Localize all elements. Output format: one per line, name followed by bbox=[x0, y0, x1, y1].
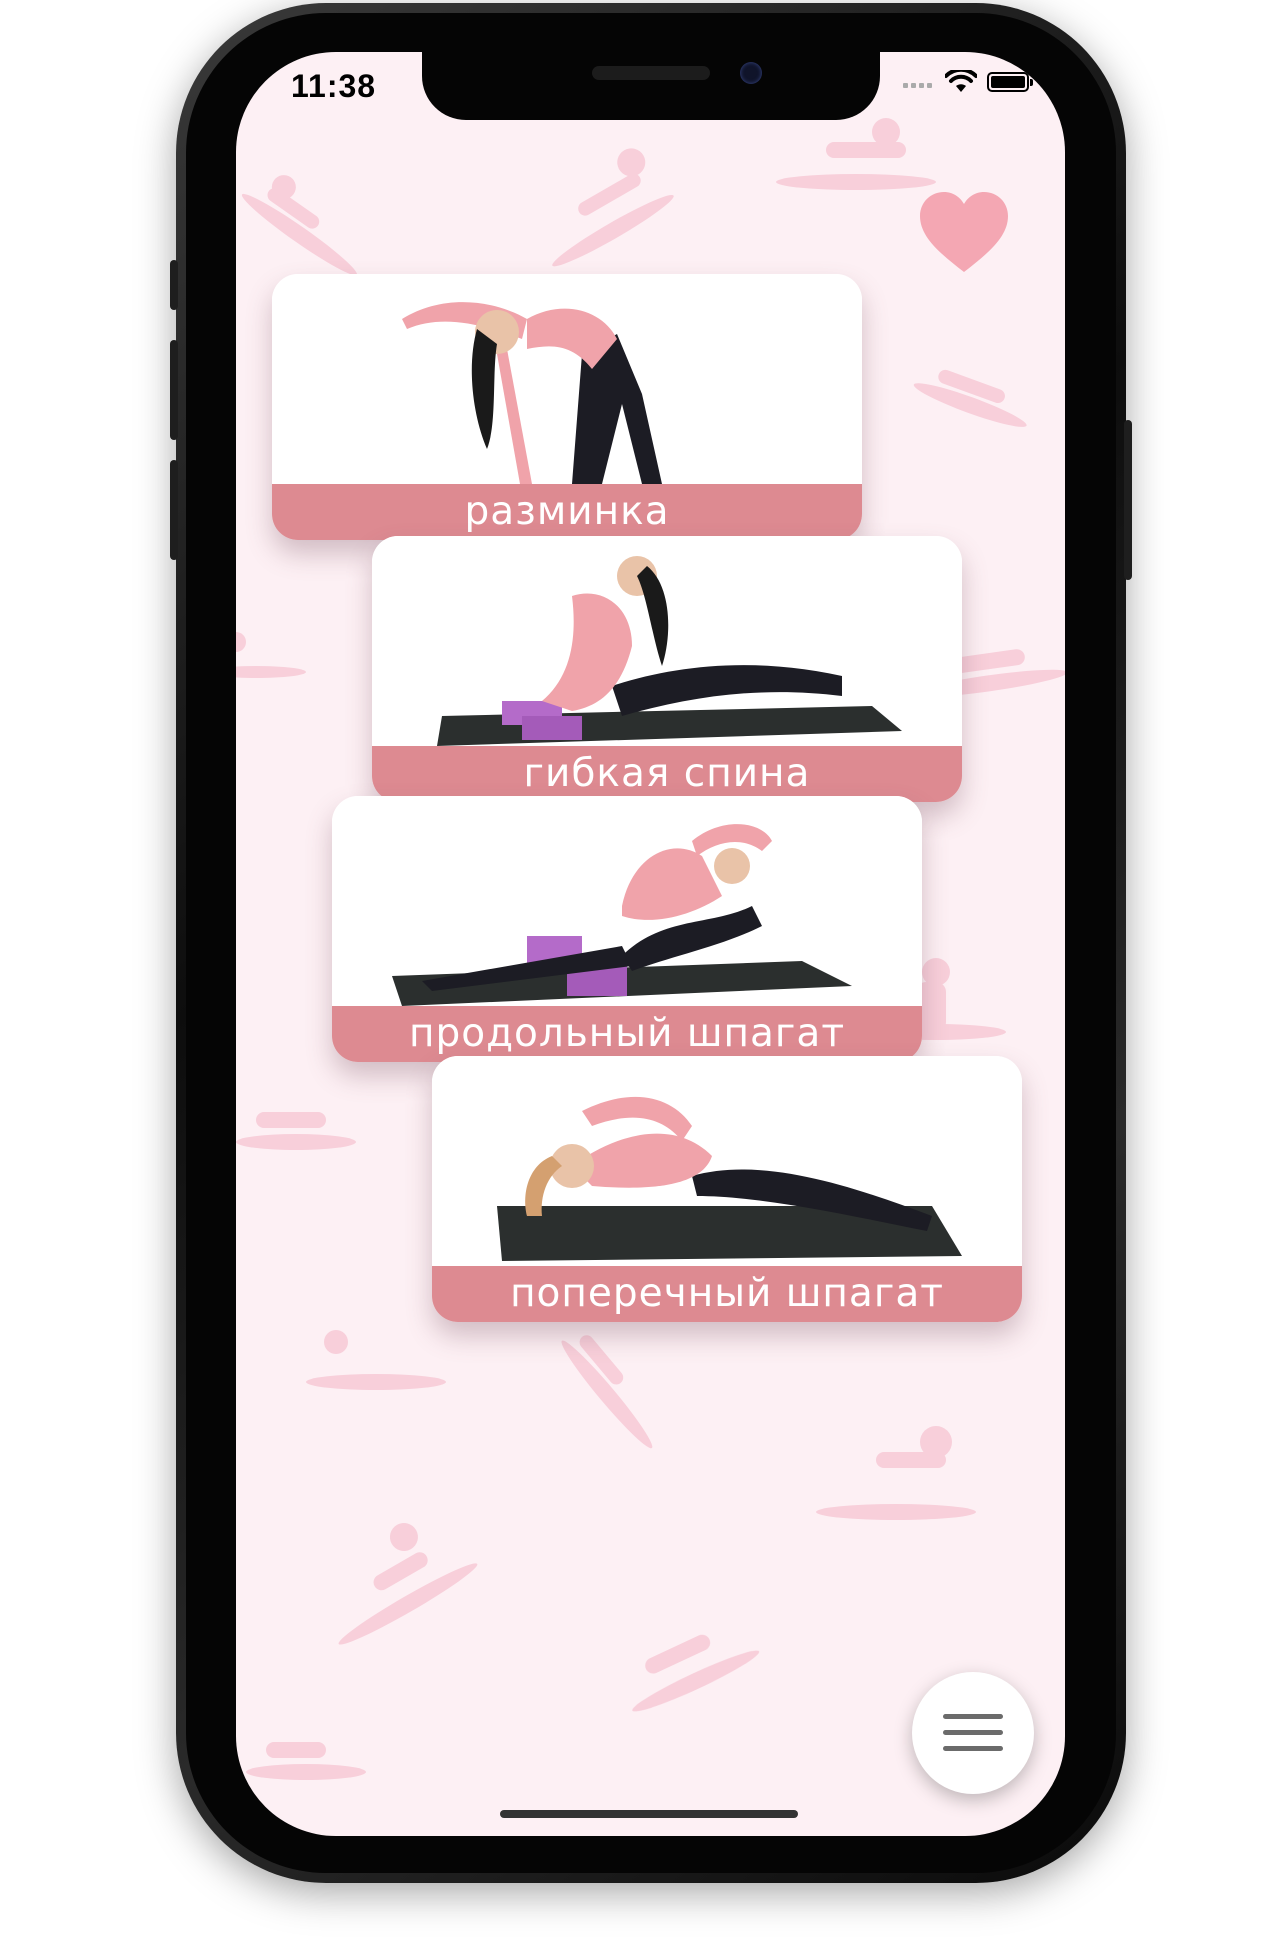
home-indicator[interactable] bbox=[500, 1810, 798, 1818]
side-button-power bbox=[1124, 420, 1132, 580]
card-label-side-split: поперечный шпагат bbox=[432, 1266, 1022, 1322]
earpiece-speaker bbox=[592, 66, 710, 80]
side-button-volume-down bbox=[170, 460, 178, 560]
notch bbox=[422, 52, 880, 120]
menu-button[interactable] bbox=[912, 1672, 1034, 1794]
hamburger-menu-icon-line bbox=[943, 1730, 1003, 1735]
status-indicators bbox=[903, 70, 1033, 94]
card-label-warmup: разминка bbox=[272, 484, 862, 540]
status-time: 11:38 bbox=[291, 68, 377, 104]
side-button-volume-up bbox=[170, 340, 178, 440]
card-photo-side-split bbox=[432, 1056, 1022, 1268]
wifi-icon bbox=[945, 70, 977, 92]
side-button-silent bbox=[170, 260, 178, 310]
card-label-front-split: продольный шпагат bbox=[332, 1006, 922, 1062]
category-card-side-split[interactable]: поперечный шпагат bbox=[432, 1056, 1022, 1322]
card-photo-warmup bbox=[272, 274, 862, 486]
hamburger-menu-icon-line bbox=[943, 1746, 1003, 1751]
card-photo-flexible-back bbox=[372, 536, 962, 748]
front-camera bbox=[740, 62, 762, 84]
heart-icon[interactable] bbox=[918, 190, 1010, 274]
category-card-warmup[interactable]: разминка bbox=[272, 274, 862, 540]
app-screen: 11:38 разминка гибкая спина продольный ш… bbox=[236, 52, 1065, 1836]
card-photo-front-split bbox=[332, 796, 922, 1008]
card-label-flexible-back: гибкая спина bbox=[372, 746, 962, 802]
category-card-front-split[interactable]: продольный шпагат bbox=[332, 796, 922, 1062]
category-card-flexible-back[interactable]: гибкая спина bbox=[372, 536, 962, 802]
signal-icon bbox=[903, 73, 935, 92]
battery-icon bbox=[987, 72, 1033, 92]
hamburger-menu-icon bbox=[943, 1714, 1003, 1719]
